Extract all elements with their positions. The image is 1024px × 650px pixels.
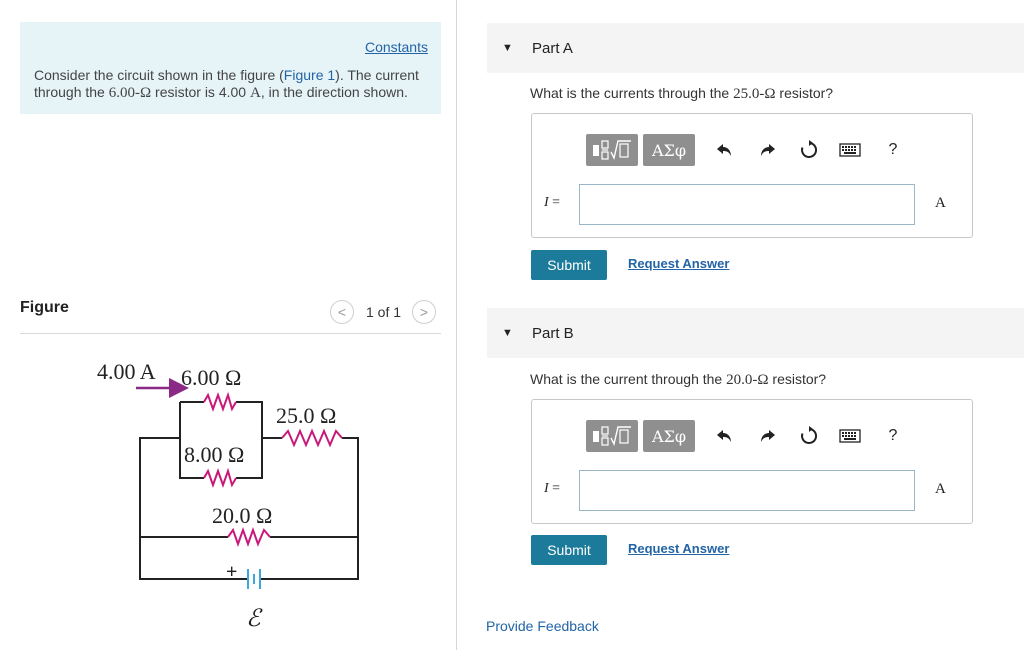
part-b-submit-button[interactable]: Submit bbox=[531, 535, 607, 565]
redo-icon bbox=[761, 144, 775, 156]
keyboard-button[interactable] bbox=[839, 139, 861, 161]
resistor-20-ohm bbox=[227, 527, 271, 547]
chevron-left-icon: < bbox=[337, 304, 347, 320]
figure-divider bbox=[20, 333, 441, 334]
part-a-request-answer-link[interactable]: Request Answer bbox=[628, 256, 729, 271]
help-button[interactable]: ? bbox=[882, 425, 904, 447]
reset-button[interactable] bbox=[798, 425, 820, 447]
resistor-25-ohm bbox=[281, 428, 343, 448]
emf-label: ℰ bbox=[246, 606, 263, 632]
part-a-header[interactable]: ▼ Part A bbox=[487, 23, 1024, 73]
reset-icon bbox=[801, 426, 818, 444]
answer-label: I = bbox=[544, 195, 561, 210]
answer-label: I = bbox=[544, 481, 561, 496]
r4-label: 20.0 Ω bbox=[212, 503, 272, 528]
provide-feedback-link[interactable]: Provide Feedback bbox=[486, 618, 599, 634]
part-b-request-answer-link[interactable]: Request Answer bbox=[628, 541, 729, 556]
part-a-submit-button[interactable]: Submit bbox=[531, 250, 607, 280]
battery bbox=[247, 569, 261, 589]
column-divider bbox=[456, 0, 457, 650]
part-a-title: Part A bbox=[532, 40, 573, 57]
figure-pager: < 1 of 1 > bbox=[328, 298, 440, 326]
undo-icon bbox=[717, 430, 731, 442]
circuit-diagram: 4.00 A 6.00 Ω 25.0 Ω 8.00 Ω 20.0 Ω + ℰ bbox=[97, 359, 359, 632]
help-icon: ? bbox=[888, 427, 898, 444]
pager-text: 1 of 1 bbox=[366, 304, 402, 320]
part-b-title: Part B bbox=[532, 325, 574, 342]
template-button[interactable] bbox=[586, 420, 638, 452]
undo-button[interactable] bbox=[714, 139, 736, 161]
current-label: 4.00 A bbox=[97, 359, 156, 384]
resistor-8-ohm bbox=[203, 467, 237, 488]
part-a-resistor: 25.0-Ω bbox=[733, 86, 776, 102]
previous-figure-button[interactable]: < bbox=[330, 300, 354, 324]
part-a-question: What is the currents through the 25.0-Ω … bbox=[530, 85, 834, 102]
part-b-answer-input[interactable] bbox=[579, 470, 915, 511]
circuit-wires bbox=[139, 401, 359, 580]
resistor-6-ohm bbox=[203, 391, 237, 412]
undo-button[interactable] bbox=[714, 425, 736, 447]
greek-symbols-button[interactable]: ΑΣφ bbox=[643, 420, 695, 452]
help-button[interactable]: ? bbox=[882, 139, 904, 161]
r3-label: 8.00 Ω bbox=[184, 442, 244, 467]
math-toolbar: ΑΣφ ? bbox=[586, 418, 916, 454]
keyboard-button[interactable] bbox=[839, 425, 861, 447]
r2-label: 25.0 Ω bbox=[276, 403, 336, 428]
math-toolbar: ΑΣφ ? bbox=[586, 132, 916, 168]
greek-symbols-button[interactable]: ΑΣφ bbox=[643, 134, 695, 166]
redo-button[interactable] bbox=[756, 425, 778, 447]
problem-text: Consider the circuit shown in the figure… bbox=[34, 67, 419, 101]
resistor-value: 6.00-Ω bbox=[108, 85, 152, 101]
undo-icon bbox=[717, 144, 731, 156]
keyboard-icon bbox=[839, 143, 861, 157]
part-b-question: What is the current through the 20.0-Ω r… bbox=[530, 371, 827, 388]
redo-icon bbox=[761, 430, 775, 442]
caret-down-icon: ▼ bbox=[502, 42, 513, 54]
template-icon bbox=[593, 426, 631, 447]
part-a-unit: A bbox=[935, 195, 946, 211]
problem-statement: Constants Consider the circuit shown in … bbox=[20, 22, 441, 114]
template-button[interactable] bbox=[586, 134, 638, 166]
r1-label: 6.00 Ω bbox=[181, 365, 241, 390]
part-b-resistor: 20.0-Ω bbox=[726, 372, 769, 388]
figure-link[interactable]: Figure 1 bbox=[284, 67, 335, 83]
reset-icon bbox=[801, 140, 818, 158]
chevron-right-icon: > bbox=[419, 304, 429, 320]
part-b-unit: A bbox=[935, 481, 946, 497]
caret-down-icon: ▼ bbox=[502, 327, 513, 339]
help-icon: ? bbox=[888, 141, 898, 158]
part-a-answer-box: ΑΣφ ? I = A bbox=[531, 113, 973, 238]
keyboard-icon bbox=[839, 429, 861, 443]
part-b-answer-box: ΑΣφ ? I = A bbox=[531, 399, 973, 524]
template-icon bbox=[593, 140, 631, 161]
figure-heading: Figure bbox=[20, 299, 69, 316]
constants-link[interactable]: Constants bbox=[365, 39, 428, 55]
reset-button[interactable] bbox=[798, 139, 820, 161]
current-unit: A bbox=[249, 85, 261, 101]
redo-button[interactable] bbox=[756, 139, 778, 161]
part-b-header[interactable]: ▼ Part B bbox=[487, 308, 1024, 358]
next-figure-button[interactable]: > bbox=[412, 300, 436, 324]
battery-plus-sign: + bbox=[226, 561, 237, 583]
part-a-answer-input[interactable] bbox=[579, 184, 915, 225]
